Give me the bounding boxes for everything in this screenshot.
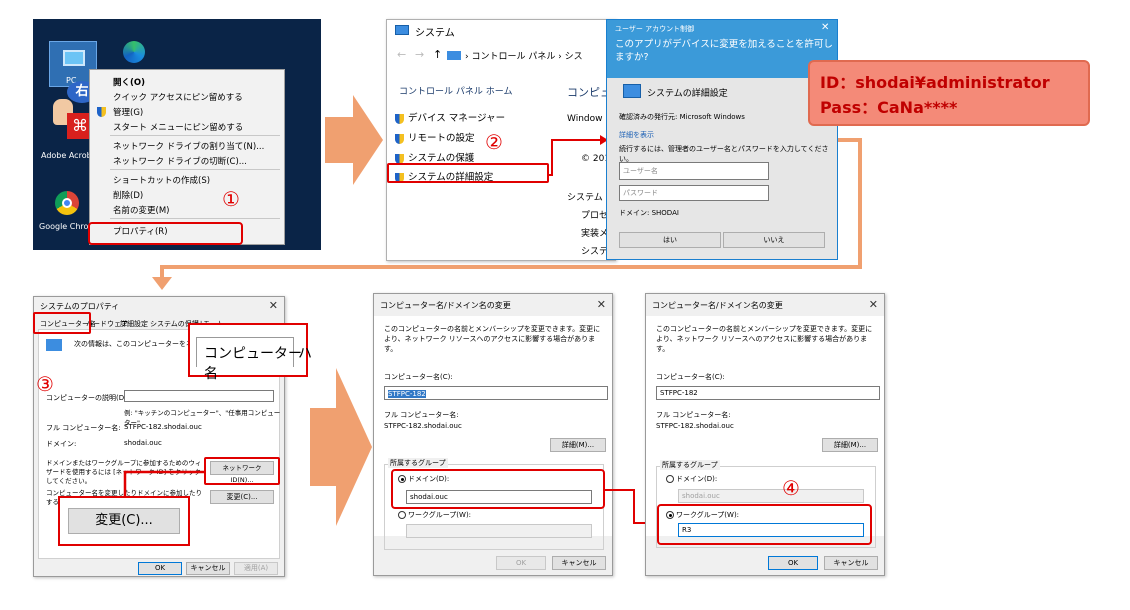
credentials-id: ID：shodai¥administrator (820, 73, 1050, 92)
full-name-value: STFPC-182.shodai.ouc (124, 423, 202, 431)
system-heading: コンピュ (567, 86, 611, 99)
uac-close-icon[interactable]: ✕ (821, 22, 829, 33)
rename2-domain-radio[interactable]: ドメイン(D): (666, 474, 717, 484)
uac-header-label: ユーザー アカウント制御 (615, 25, 695, 33)
description-label: コンピューターの説明(D): (46, 394, 130, 402)
rename2-full-value: STFPC-182.shodai.ouc (656, 422, 734, 430)
uac-app-icon (623, 84, 641, 98)
rename1-close-icon[interactable]: ✕ (597, 298, 606, 311)
system-window-icon (395, 25, 409, 35)
workgroup-selection-highlight (657, 504, 872, 545)
computer-icon (46, 339, 62, 351)
rename1-workgroup-field[interactable] (406, 524, 592, 538)
credentials-pass: Pass：CaNa**** (820, 98, 958, 117)
change-zoom-callout: 変更(C)... (58, 496, 190, 546)
menu-pin-start[interactable]: スタート メニューにピン留めする (113, 121, 243, 133)
menu-delete[interactable]: 削除(D) (113, 189, 143, 201)
uac-publisher: 確認済みの発行元: Microsoft Windows (619, 113, 745, 121)
rename1-full-label: フル コンピューター名: (384, 411, 459, 419)
control-panel-home-link[interactable]: コントロール パネル ホーム (399, 84, 512, 97)
uac-app-name: システムの詳細設定 (647, 89, 728, 99)
sysprop-close-icon[interactable]: ✕ (269, 299, 278, 312)
rename2-ok-button[interactable]: OK (768, 556, 818, 570)
arrow-right-2 (310, 368, 372, 526)
step-3-marker: ③ (36, 372, 54, 396)
step-4-marker: ④ (782, 476, 800, 500)
windows-edition-text: Window (567, 114, 603, 124)
rename1-cancel-button[interactable]: キャンセル (552, 556, 606, 570)
menu-manage[interactable]: 管理(G) (113, 106, 143, 118)
edge-icon[interactable] (123, 41, 145, 63)
address-breadcrumb[interactable]: › コントロール パネル › シス (465, 49, 583, 62)
rename2-cancel-button[interactable]: キャンセル (824, 556, 878, 570)
address-bar-icon (447, 51, 461, 60)
zoom-tab2-label: ハ (298, 346, 312, 362)
rename2-domain-field[interactable]: shodai.ouc (678, 489, 864, 503)
description-field[interactable] (124, 390, 274, 402)
adobe-icon-label: Adobe Acrob (41, 151, 92, 160)
rename2-full-label: フル コンピューター名: (656, 411, 731, 419)
rename1-name-label: コンピューター名(C): (384, 373, 453, 381)
computer-name-tab-highlight (33, 312, 91, 334)
chrome-icon-label: Google Chro (39, 222, 89, 231)
monitor-icon (63, 50, 85, 66)
rename2-group-label: 所属するグループ (660, 460, 720, 470)
change-button-highlight (204, 457, 280, 485)
rename1-group-label: 所属するグループ (388, 458, 448, 468)
domain-label: ドメイン: (46, 440, 77, 448)
rename1-description: このコンピューターの名前とメンバーシップを変更できます。変更により、ネットワーク… (384, 325, 601, 353)
tab-advanced[interactable]: 詳細設定 (120, 319, 148, 329)
rename2-details-button[interactable]: 詳細(M)... (822, 438, 878, 452)
credentials-callout: ID：shodai¥administrator Pass：CaNa**** (808, 60, 1090, 126)
nav-forward-icon[interactable]: → (415, 48, 424, 61)
domain-selection-highlight (391, 469, 605, 509)
rename-dialog-domain: コンピューター名/ドメイン名の変更 ✕ このコンピューターの名前とメンバーシップ… (373, 293, 613, 576)
zoom-tab-callout: コンピューター名 ハ (188, 323, 312, 382)
rename1-title: コンピューター名/ドメイン名の変更 (380, 301, 511, 310)
rename1-name-value: STFPC-182 (388, 390, 426, 398)
sysprop-title: システムのプロパティ (40, 302, 120, 311)
full-name-label: フル コンピューター名: (46, 424, 121, 432)
domain-value: shodai.ouc (124, 439, 162, 447)
uac-question: このアプリがデバイスに変更を加えることを許可しますか? (615, 39, 833, 63)
shield-icon (97, 107, 106, 117)
rename1-workgroup-radio[interactable]: ワークグループ(W): (398, 510, 471, 520)
chrome-icon[interactable] (55, 191, 79, 215)
flow-connector (152, 138, 862, 290)
rename2-name-label: コンピューター名(C): (656, 373, 725, 381)
menu-pin-quick-access[interactable]: クイック アクセスにピン留めする (113, 91, 243, 103)
change-button[interactable]: 変更(C)... (210, 490, 274, 504)
sysprop-cancel-button[interactable]: キャンセル (186, 562, 230, 575)
rename1-details-button[interactable]: 詳細(M)... (550, 438, 606, 452)
rename2-close-icon[interactable]: ✕ (869, 298, 878, 311)
menu-open[interactable]: 開く(O) (113, 76, 145, 88)
rename2-title: コンピューター名/ドメイン名の変更 (652, 301, 783, 310)
system-window-title: システム (415, 28, 455, 39)
rename1-name-field[interactable]: STFPC-182 (384, 386, 608, 400)
rename1-full-value: STFPC-182.shodai.ouc (384, 422, 462, 430)
nav-back-icon[interactable]: ← (397, 48, 406, 61)
zoom-tab-label: コンピューター名 (204, 346, 302, 382)
sysprop-apply-button[interactable]: 適用(A) (234, 562, 278, 575)
rename2-name-field[interactable]: STFPC-182 (656, 386, 880, 400)
change-zoom-button: 変更(C)... (68, 508, 180, 534)
sysprop-ok-button[interactable]: OK (138, 562, 182, 575)
rename2-description: このコンピューターの名前とメンバーシップを変更できます。変更により、ネットワーク… (656, 325, 873, 353)
rename1-ok-button[interactable]: OK (496, 556, 546, 570)
nav-up-icon[interactable]: ↑ (433, 48, 442, 61)
uac-header: ユーザー アカウント制御 ✕ このアプリがデバイスに変更を加えることを許可します… (607, 20, 837, 78)
device-manager-link[interactable]: デバイス マネージャー (395, 110, 505, 124)
